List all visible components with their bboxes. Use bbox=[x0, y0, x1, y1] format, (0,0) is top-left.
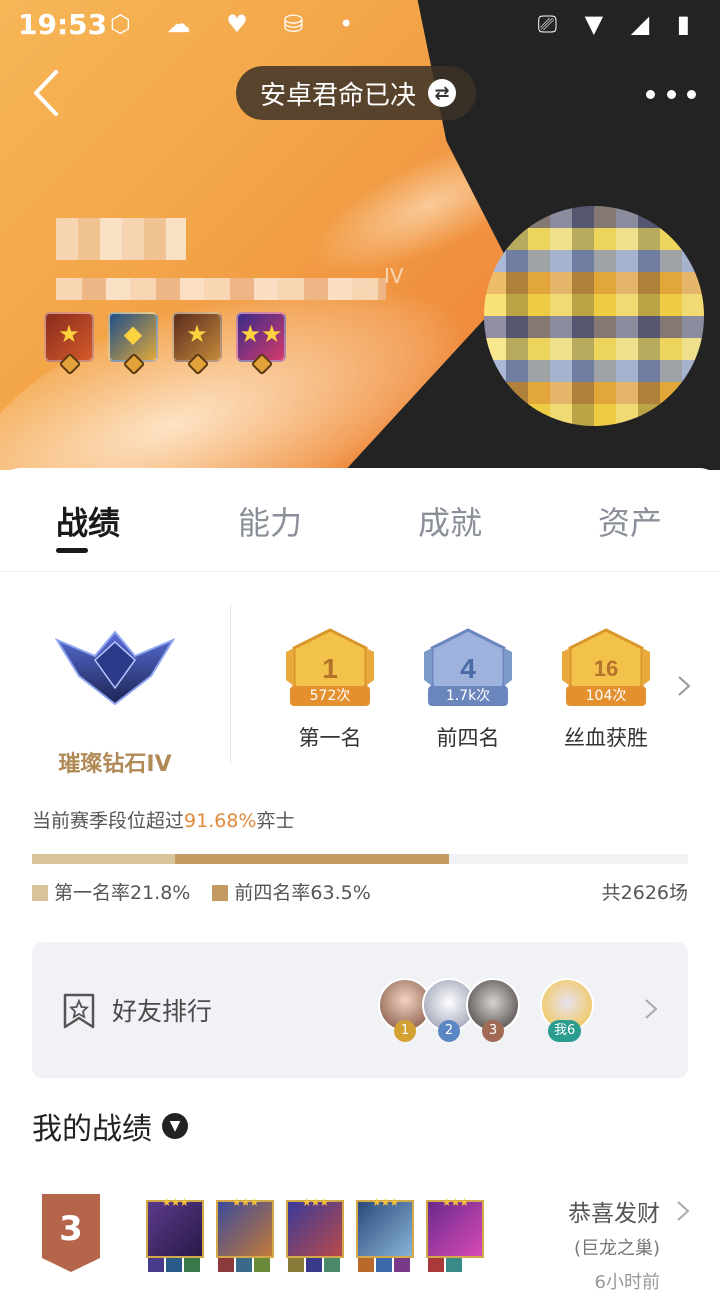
system-icons: ⎚ ▼ ◢ ▮ bbox=[537, 10, 700, 38]
legend-first-label: 第一名率21.8% bbox=[54, 882, 191, 904]
back-button[interactable] bbox=[30, 68, 70, 118]
tab-record[interactable]: 战绩 bbox=[56, 498, 120, 544]
star-icon: ★★★ bbox=[441, 1196, 470, 1209]
bookmark-star-icon bbox=[63, 993, 95, 1029]
item-list bbox=[428, 1258, 462, 1272]
placement-rate-bar bbox=[32, 854, 688, 864]
star-icon: ★★★ bbox=[301, 1196, 330, 1209]
champion-portrait: ★★★ bbox=[146, 1196, 204, 1258]
rate-legend: 第一名率21.8% 前四名率63.5% 共2626场 bbox=[32, 878, 688, 908]
player-info-blurred bbox=[56, 278, 386, 300]
friend-ranking-card[interactable]: 好友排行 1 2 3 我6 bbox=[32, 942, 688, 1078]
avatar[interactable] bbox=[484, 206, 704, 426]
divider bbox=[230, 604, 231, 764]
more-button[interactable] bbox=[646, 74, 696, 114]
legend-top4-label: 前四名率63.5% bbox=[234, 882, 371, 904]
page-title: 安卓君命已决 bbox=[260, 80, 417, 111]
item-list bbox=[358, 1258, 410, 1272]
placement-badge: 3 bbox=[42, 1194, 100, 1272]
champion-portrait: ★★★ bbox=[426, 1196, 484, 1258]
stat-icon-text: 4 bbox=[460, 653, 476, 684]
item-list bbox=[288, 1258, 340, 1272]
main-panel: 战绩 能力 成就 资产 璀璨钻石IV 1 572次 第一名 4 1.7k次 前四… bbox=[0, 468, 720, 1293]
item-list bbox=[218, 1258, 270, 1272]
percentile-suffix: 弈士 bbox=[256, 810, 295, 832]
champion-portrait: ★★★ bbox=[216, 1196, 274, 1258]
champion-portrait: ★★★ bbox=[356, 1196, 414, 1258]
chevron-right-icon[interactable] bbox=[676, 674, 692, 698]
stat-count: 1.7k次 bbox=[428, 686, 508, 706]
match-info: 恭喜发财 (巨龙之巢) 6小时前 bbox=[568, 1194, 660, 1294]
status-time: 19:53 bbox=[18, 8, 108, 41]
chevron-down-icon: ▼ bbox=[162, 1113, 188, 1139]
legend-swatch bbox=[32, 885, 48, 901]
game-map: (巨龙之巢) bbox=[573, 1238, 660, 1259]
diamond-rank-emblem-icon bbox=[55, 630, 175, 706]
stat-close-win[interactable]: 16 104次 丝血获胜 bbox=[546, 628, 666, 752]
stat-icon-text: 1 bbox=[322, 653, 338, 684]
tab-indicator bbox=[56, 548, 88, 553]
trophy-badge-icon[interactable]: ★★ bbox=[236, 312, 286, 376]
tab-ability[interactable]: 能力 bbox=[238, 498, 302, 544]
rank-name: 璀璨钻石IV bbox=[58, 752, 172, 777]
chevron-right-icon bbox=[645, 999, 658, 1019]
stat-top-four[interactable]: 4 1.7k次 前四名 bbox=[408, 628, 528, 752]
rank-number: 3 bbox=[482, 1020, 504, 1042]
rank-number: 1 bbox=[394, 1020, 416, 1042]
match-row[interactable]: 3 ★★★ ★★★ ★★★ ★★★ ★★★ 恭喜发财 (巨龙之巢) 6小时前 bbox=[0, 1194, 720, 1293]
game-mode: 恭喜发财 bbox=[568, 1201, 660, 1227]
legend-first: 第一名率21.8% bbox=[32, 878, 190, 905]
profile-hero: 19:53 ⬡ ☁ ♥ ⛁ • ⎚ ▼ ◢ ▮ 安卓君命已决 ⇄ IV ★ ◆ … bbox=[0, 0, 720, 470]
notification-icons: ⬡ ☁ ♥ ⛁ • bbox=[110, 10, 368, 38]
first-rate-fill bbox=[32, 854, 175, 864]
stat-label: 丝血获胜 bbox=[564, 726, 648, 750]
total-matches: 共2626场 bbox=[601, 882, 688, 904]
match-time: 6小时前 bbox=[594, 1272, 660, 1293]
rank-number: 2 bbox=[438, 1020, 460, 1042]
rank-block[interactable]: 璀璨钻石IV bbox=[30, 628, 200, 778]
rank-suffix: IV bbox=[384, 264, 404, 288]
friend-ranking-title: 好友排行 bbox=[112, 997, 213, 1026]
trophy-badge-icon[interactable]: ◆ bbox=[108, 312, 158, 376]
percentile-text: 当前赛季段位超过91.68%弈士 bbox=[32, 806, 294, 833]
chevron-left-icon bbox=[34, 70, 58, 116]
status-bar: 19:53 ⬡ ☁ ♥ ⛁ • ⎚ ▼ ◢ ▮ bbox=[0, 0, 720, 50]
percentile-value: 91.68% bbox=[184, 810, 257, 832]
stat-label: 第一名 bbox=[298, 726, 362, 750]
legend-swatch bbox=[212, 885, 229, 901]
star-icon: ★★★ bbox=[371, 1196, 400, 1209]
stat-count: 104次 bbox=[566, 686, 646, 706]
percentile-prefix: 当前赛季段位超过 bbox=[32, 810, 185, 832]
top-four-rate-fill bbox=[175, 854, 449, 864]
stat-label: 前四名 bbox=[436, 726, 500, 750]
legend-top4: 前四名率63.5% bbox=[212, 878, 371, 905]
chevron-right-icon bbox=[677, 1201, 690, 1221]
my-records-header[interactable]: 我的战绩 ▼ bbox=[32, 1104, 188, 1148]
player-name-blurred bbox=[56, 218, 186, 260]
my-rank: 我6 bbox=[548, 1020, 582, 1042]
tab-achievement[interactable]: 成就 bbox=[418, 498, 482, 544]
champion-portrait: ★★★ bbox=[286, 1196, 344, 1258]
more-dot-icon bbox=[687, 89, 696, 99]
stat-first-place[interactable]: 1 572次 第一名 bbox=[270, 628, 390, 752]
more-dot-icon bbox=[646, 89, 655, 99]
tab-assets[interactable]: 资产 bbox=[598, 498, 662, 544]
tab-bar: 战绩 能力 成就 资产 bbox=[0, 468, 720, 572]
stat-count: 572次 bbox=[290, 686, 370, 706]
star-icon: ★★★ bbox=[231, 1196, 260, 1209]
trophy-badge-icon[interactable]: ★ bbox=[172, 312, 222, 376]
badge-list: ★ ◆ ★ ★★ bbox=[44, 312, 286, 376]
item-list bbox=[148, 1258, 200, 1272]
star-icon: ★★★ bbox=[161, 1196, 190, 1209]
stat-icon-text: 16 bbox=[594, 656, 618, 681]
swap-icon: ⇄ bbox=[428, 79, 457, 107]
account-switcher[interactable]: 安卓君命已决 ⇄ bbox=[236, 66, 477, 120]
section-title: 我的战绩 bbox=[32, 1112, 152, 1147]
more-dot-icon bbox=[666, 89, 676, 99]
trophy-badge-icon[interactable]: ★ bbox=[44, 312, 94, 376]
